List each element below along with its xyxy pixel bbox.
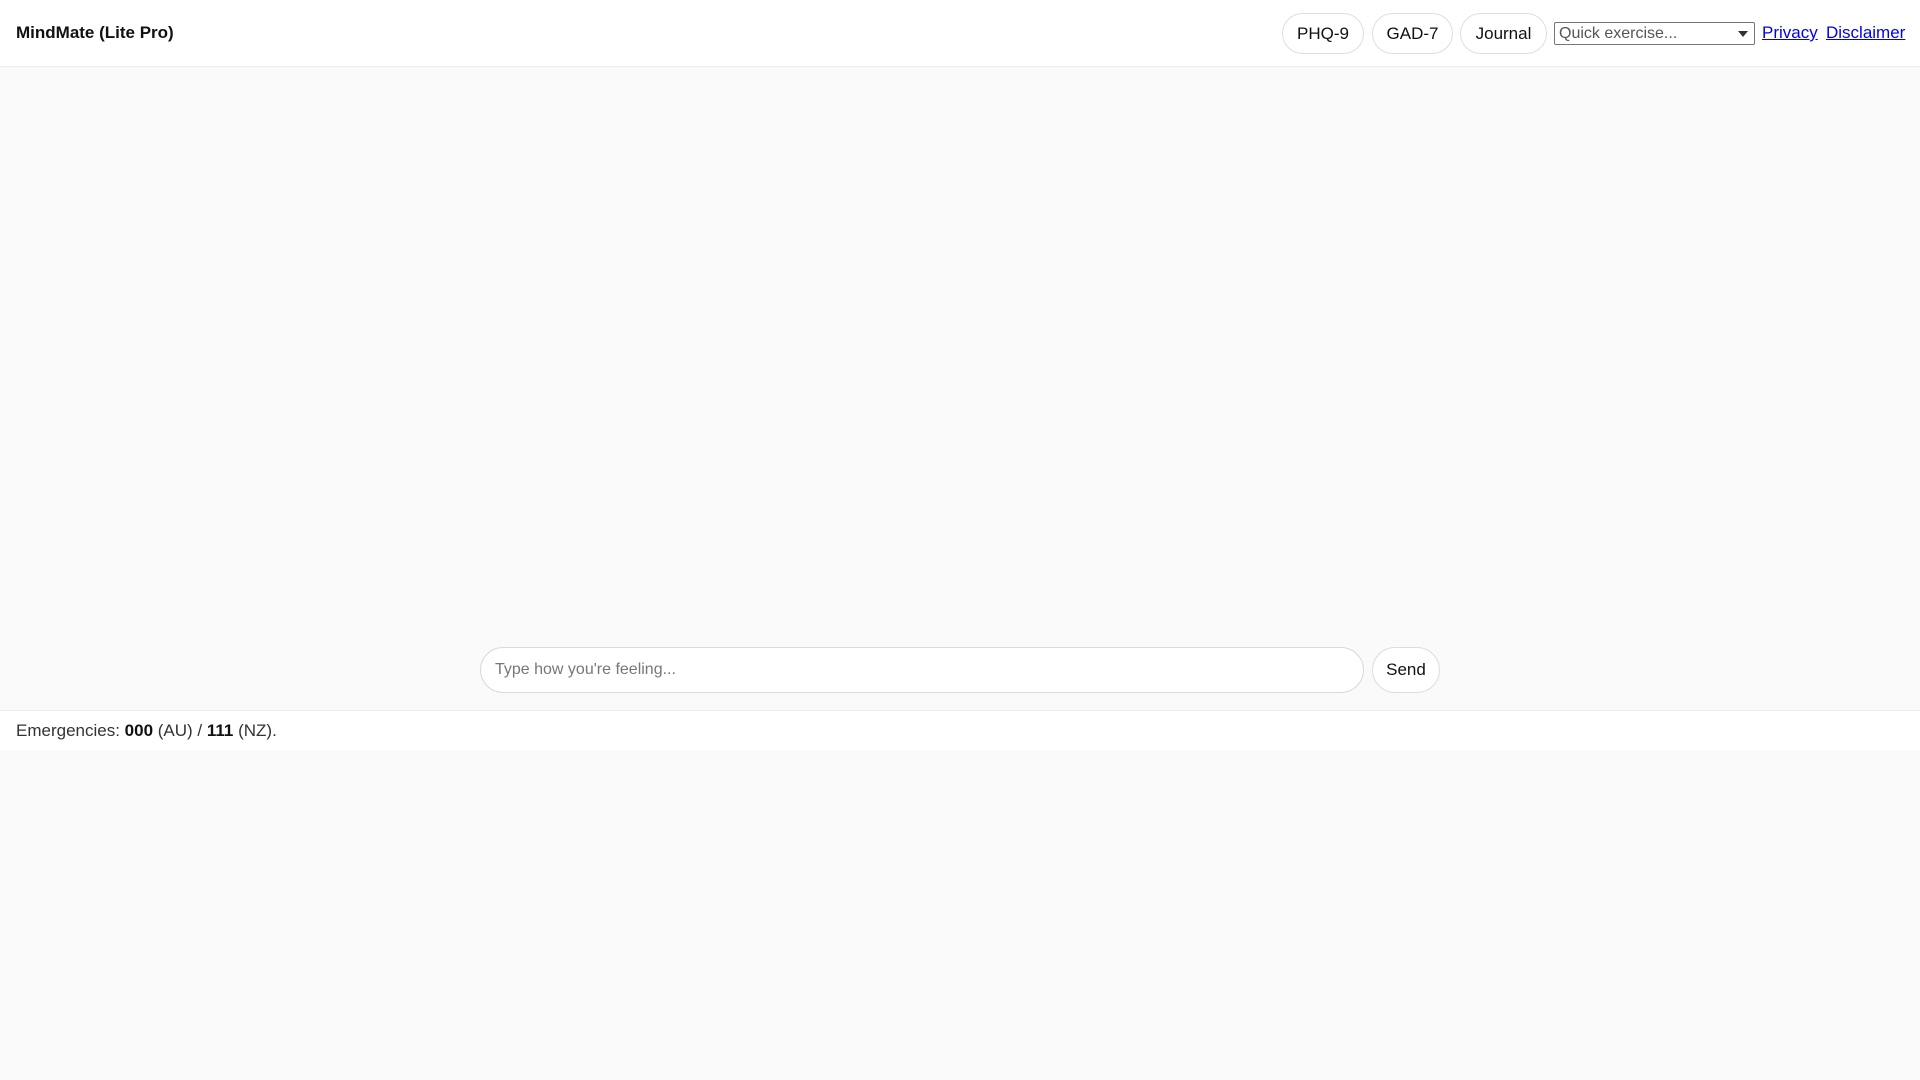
phq9-button[interactable]: PHQ-9 — [1282, 13, 1364, 54]
au-label: (AU) / — [153, 721, 207, 740]
emergency-notice: Emergencies: 000 (AU) / 111 (NZ). — [16, 721, 277, 741]
gad7-button[interactable]: GAD-7 — [1372, 13, 1453, 54]
message-composer: Send — [480, 647, 1440, 693]
au-emergency-number: 000 — [124, 721, 154, 740]
quick-exercise-select-wrapper[interactable]: Quick exercise... — [1554, 22, 1755, 45]
message-input[interactable] — [480, 647, 1364, 693]
emergency-footer: Emergencies: 000 (AU) / 111 (NZ). — [0, 710, 1920, 750]
send-button[interactable]: Send — [1372, 647, 1440, 693]
emergency-prefix: Emergencies: — [16, 721, 125, 740]
journal-button[interactable]: Journal — [1460, 13, 1547, 54]
nz-emergency-number: 111 — [206, 721, 234, 740]
app-title: MindMate (Lite Pro) — [16, 23, 174, 42]
privacy-link[interactable]: Privacy — [1762, 22, 1818, 44]
nz-label: (NZ). — [233, 721, 277, 740]
quick-exercise-select[interactable]: Quick exercise... — [1555, 23, 1754, 44]
app-header: MindMate (Lite Pro) PHQ-9 GAD-7 Journal … — [0, 0, 1920, 67]
disclaimer-link[interactable]: Disclaimer — [1826, 22, 1905, 44]
